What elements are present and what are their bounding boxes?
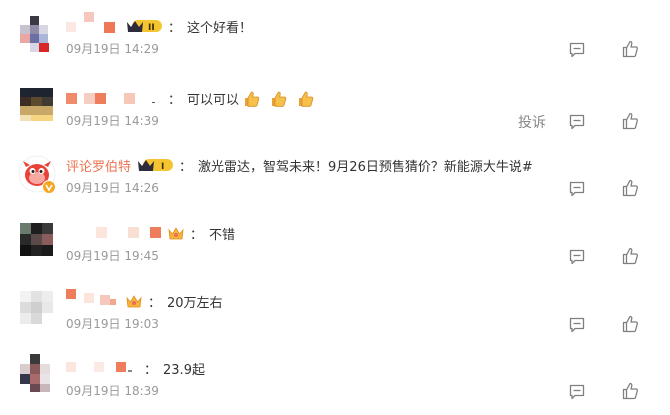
avatar[interactable]: [20, 223, 53, 259]
thumbs-up-icon[interactable]: [622, 40, 638, 58]
comment-time: 09月19日 14:26: [66, 181, 159, 195]
emoji-group: [239, 88, 315, 108]
colon: ：: [148, 295, 162, 311]
svg-text:I: I: [161, 162, 164, 172]
avatar[interactable]: [20, 88, 53, 124]
username-masked[interactable]: [66, 12, 120, 34]
thumbs-up-icon[interactable]: [622, 247, 638, 265]
comment-icon[interactable]: [569, 181, 585, 197]
username[interactable]: 评论罗伯特: [66, 156, 131, 175]
comment-icon[interactable]: [569, 317, 585, 333]
vip-badge[interactable]: II: [126, 18, 162, 34]
username-masked[interactable]: [66, 360, 138, 376]
comment-text: 可以可以: [187, 92, 240, 108]
thumbs-up-emoji: [299, 91, 314, 107]
comment-time: 09月19日 14:39: [66, 114, 159, 128]
thumbs-up-icon[interactable]: [622, 315, 638, 333]
thumbs-up-icon[interactable]: [622, 112, 638, 130]
avatar[interactable]: [20, 291, 53, 327]
username-masked[interactable]: [66, 289, 120, 309]
colon: ：: [144, 362, 158, 378]
username-masked[interactable]: [66, 90, 162, 106]
colon: ：: [168, 92, 182, 108]
crown-badge[interactable]: [168, 225, 184, 241]
colon: ：: [168, 20, 182, 36]
avatar[interactable]: [20, 16, 53, 52]
comment-time: 09月19日 14:29: [66, 42, 159, 56]
thumbs-up-emoji: [272, 91, 287, 107]
colon: ：: [179, 159, 193, 175]
comment-item: 评论罗伯特 I ： 激光雷达，智驾未来！9月26日预售猜价？新能源大牛说# 09…: [0, 155, 670, 223]
comment-icon[interactable]: [569, 114, 585, 130]
comment-item: ： 20万左右 09月19日 19:03: [0, 289, 670, 359]
comment-item: II ： 这个好看！ 09月19日 14:29: [0, 12, 670, 84]
report-button[interactable]: 投诉: [518, 112, 546, 132]
comment-time: 09月19日 18:39: [66, 384, 159, 398]
thumbs-up-icon[interactable]: [622, 179, 638, 197]
comment-text: 20万左右: [167, 295, 223, 311]
comment-time: 09月19日 19:03: [66, 317, 159, 331]
comment-icon[interactable]: [569, 384, 585, 400]
comment-icon[interactable]: [569, 249, 585, 265]
comment-time: 09月19日 19:45: [66, 249, 159, 263]
vip-badge[interactable]: I: [137, 157, 174, 173]
comment-item: ： 23.9起 09月19日 18:39: [0, 354, 670, 415]
comment-text: 激光雷达，智驾未来！9月26日预售猜价？新能源大牛说#: [198, 159, 533, 175]
comment-text: 不错: [209, 227, 236, 243]
comment-icon[interactable]: [569, 42, 585, 58]
crown-badge[interactable]: [126, 293, 142, 309]
comment-item: ： 可以可以 09月19日 14:39 投诉: [0, 88, 670, 156]
colon: ：: [190, 227, 204, 243]
thumbs-up-icon[interactable]: [622, 382, 638, 400]
svg-text:II: II: [148, 23, 155, 33]
username-masked[interactable]: [66, 225, 162, 241]
comment-text: 这个好看！: [187, 20, 253, 36]
comment-item: ： 不错 09月19日 19:45: [0, 223, 670, 291]
comment-text: 23.9起: [163, 362, 205, 378]
avatar[interactable]: [18, 155, 56, 194]
avatar[interactable]: [20, 354, 53, 394]
thumbs-up-emoji: [245, 91, 260, 107]
